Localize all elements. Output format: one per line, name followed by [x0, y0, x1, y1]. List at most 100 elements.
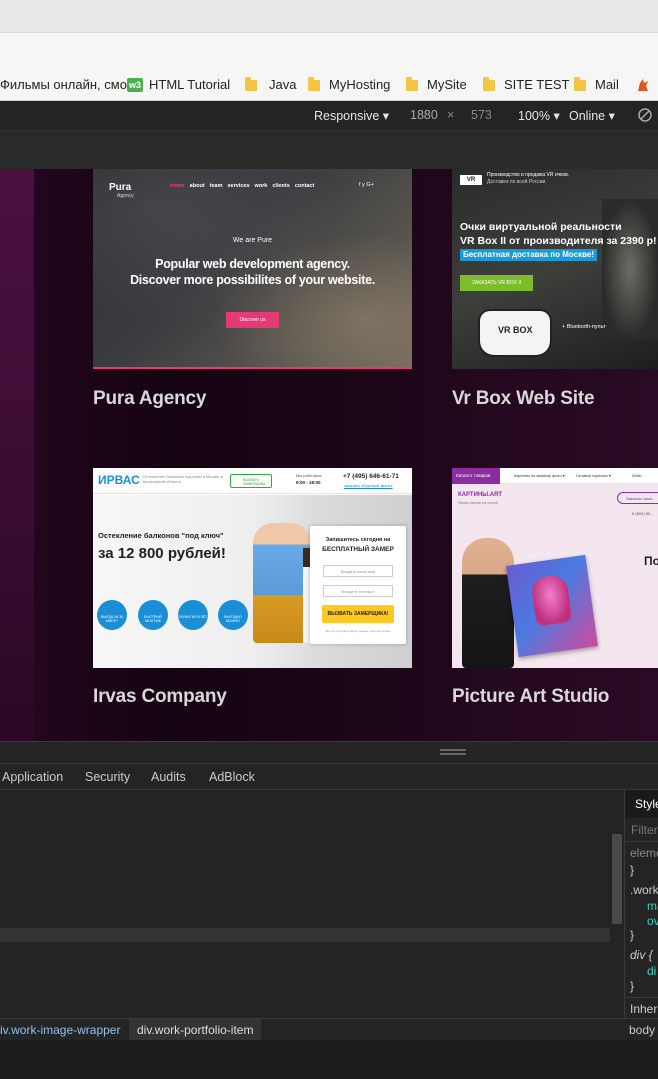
zoom-select[interactable]: 100% ▾ [518, 108, 560, 123]
bookmark-label: Mail [595, 77, 619, 92]
irvas-form-submit: ВЫЗВАТЬ ЗАМЕРЩИКА! [322, 605, 394, 623]
picart-nav-item: Картины по вашему фото ▾ [514, 473, 565, 478]
vrbox-headset-label: VR BOX [498, 325, 533, 335]
bookmark-item[interactable]: Фильмы онлайн, смо [0, 77, 127, 92]
styles-pane: Style Filter eleme } .work ma ov } div {… [624, 790, 658, 1018]
bookmark-label: Фильмы онлайн, смо [0, 77, 127, 92]
bookmark-item[interactable]: Mail [574, 76, 619, 92]
device-ruler-bar [0, 130, 658, 169]
browser-titlebar [0, 0, 658, 32]
irvas-hours: 9:00 - 18:00 [296, 480, 321, 485]
device-toolbar: Responsive ▾ 1880 × 573 100% ▾ Online ▾ [0, 101, 658, 130]
vrbox-cta-button: ЗАКАЗАТЬ VR BOX II [460, 275, 533, 291]
irvas-phone-link: заказать обратный звонок [344, 483, 393, 488]
irvas-badge: ГАРАНТИЯ 5 ЛЕТ [178, 600, 208, 630]
vrbox-delivery-banner: Бесплатная доставка по Москве! [460, 249, 598, 261]
tab-security[interactable]: Security [85, 770, 130, 784]
styles-body-crumb[interactable]: body [629, 1023, 655, 1037]
tab-audits[interactable]: Audits [151, 770, 186, 784]
bookmark-label: HTML Tutorial [149, 77, 231, 92]
bookmark-item[interactable]: Java [245, 76, 297, 92]
folder-icon [308, 76, 320, 91]
picart-phone: 8 (800) 55... [632, 511, 654, 516]
pura-logo: Pura [109, 182, 132, 193]
vrbox-headset-image: VR BOX [480, 311, 550, 355]
network-throttle-select[interactable]: Online ▾ [569, 108, 615, 123]
irvas-form-heading-1: Запишитесь сегодня на [325, 537, 391, 543]
styles-filter-input[interactable]: Filter [625, 818, 658, 842]
portfolio-title[interactable]: Vr Box Web Site [452, 388, 595, 410]
address-bar[interactable] [0, 32, 658, 69]
selected-node-row[interactable] [0, 928, 610, 942]
picart-canvas-artwork [505, 554, 599, 658]
bookmark-item[interactable]: w3 HTML Tutorial [127, 77, 230, 92]
irvas-phone: +7 (495) 646-61-71 [343, 473, 399, 480]
irvas-callback-button: ВЫЗВАТЬ ЗАМЕРЩИКА [230, 474, 272, 488]
elements-panel[interactable] [0, 790, 610, 1018]
styles-line: } [630, 928, 635, 942]
styles-property: ma [647, 899, 658, 913]
pura-logo-sub: Agency [117, 193, 134, 199]
irvas-form-note: Мы не передаем ваши данные третьим лицам [325, 629, 391, 633]
w3schools-icon: w3 [127, 77, 143, 92]
irvas-phone-field: Введите телефон [323, 585, 393, 597]
portfolio-title[interactable]: Pura Agency [93, 388, 206, 410]
portfolio-title[interactable]: Irvas Company [93, 686, 227, 708]
bookmark-item[interactable]: MyHosting [308, 76, 390, 92]
irvas-badge-label: ГАРАНТИЯ 5 ЛЕТ [178, 600, 208, 630]
styles-tab[interactable]: Style [625, 790, 658, 818]
bookmark-item[interactable]: SITE TEST [483, 76, 570, 92]
styles-line: } [630, 863, 635, 877]
tab-adblock[interactable]: AdBlock [209, 770, 255, 784]
portfolio-item-picart[interactable]: Каталог товаров Картины по вашему фото ▾… [452, 468, 658, 668]
picart-person-photo [462, 538, 514, 668]
portfolio-item-pura[interactable]: Pura Agency home about team services wor… [93, 169, 412, 369]
picart-callback-button: Заказать звон... [617, 492, 658, 504]
portfolio-item-vrbox[interactable]: VR Производство и продажа VR очков. Дост… [452, 169, 658, 369]
picart-heading: По [644, 554, 658, 568]
portfolio-item-irvas[interactable]: ИРВАС Остекление балконов под ключ в Мос… [93, 468, 412, 668]
vrbox-logo-badge: VR [460, 175, 482, 185]
irvas-slogan: Остекление балконов под ключ в Москве и … [143, 474, 223, 484]
pura-nav-item: home [170, 183, 185, 189]
picart-nav-item: Готовые картины ▾ [576, 473, 611, 478]
styles-line: } [630, 979, 635, 993]
irvas-badge-label: ВЫГОДНО МОЖНО [218, 600, 248, 630]
pura-cta-button: Discover us [226, 312, 279, 328]
emulated-viewport: Pura Agency home about team services wor… [0, 169, 658, 741]
folder-icon [483, 76, 495, 91]
vrbox-headline-2: VR Box II от производителя за 2390 р! [460, 235, 657, 247]
viewport-left-edge [0, 169, 34, 741]
devtools-resize-bar[interactable] [0, 741, 658, 763]
irvas-badge: ВЫЕЗД ЗА 30 МИНУТ [97, 600, 127, 630]
irvas-name-field: Введите ваше имя [323, 565, 393, 577]
pura-nav: home about team services work clients co… [170, 183, 314, 189]
extension-icon[interactable] [636, 77, 650, 92]
vrbox-top-line-2: Доставка по всей России. [487, 179, 547, 185]
vrbox-top-line-1: Производство и продажа VR очков. [487, 172, 570, 178]
bookmark-label: Java [269, 77, 297, 92]
zoom-label: 100% [518, 109, 550, 123]
pura-headline-1: Popular web development agency. [155, 257, 350, 271]
bookmarks-bar: Фильмы онлайн, смо w3 HTML Tutorial Java… [0, 69, 658, 101]
bookmark-label: SITE TEST [504, 77, 570, 92]
viewport-width-input[interactable]: 1880 [410, 108, 438, 122]
responsive-select[interactable]: Responsive ▾ [314, 108, 389, 123]
resize-grip-icon[interactable] [440, 749, 466, 755]
bookmark-item[interactable]: MySite [406, 76, 467, 92]
viewport-height-input[interactable]: 573 [471, 108, 492, 122]
vrbox-person-photo [602, 199, 658, 339]
picart-portrait-face [530, 573, 573, 627]
breadcrumb-item[interactable]: iv.work-image-wrapper [0, 1023, 120, 1037]
folder-icon [574, 76, 586, 91]
breadcrumb-item-selected[interactable]: div.work-portfolio-item [129, 1019, 262, 1040]
picart-nav-item: Work... [632, 473, 645, 478]
rotate-disabled-icon[interactable] [638, 108, 652, 122]
vrbox-bluetooth-note: + Bluetooth-пульт [562, 324, 606, 330]
scrollbar-thumb[interactable] [612, 834, 622, 924]
tab-application[interactable]: Application [2, 770, 63, 784]
vrbox-headline-1: Очки виртуальной реальности [460, 221, 622, 233]
irvas-hours-label: Мы работаем: [296, 473, 323, 478]
portfolio-title[interactable]: Picture Art Studio [452, 686, 609, 708]
network-label: Online [569, 109, 606, 123]
